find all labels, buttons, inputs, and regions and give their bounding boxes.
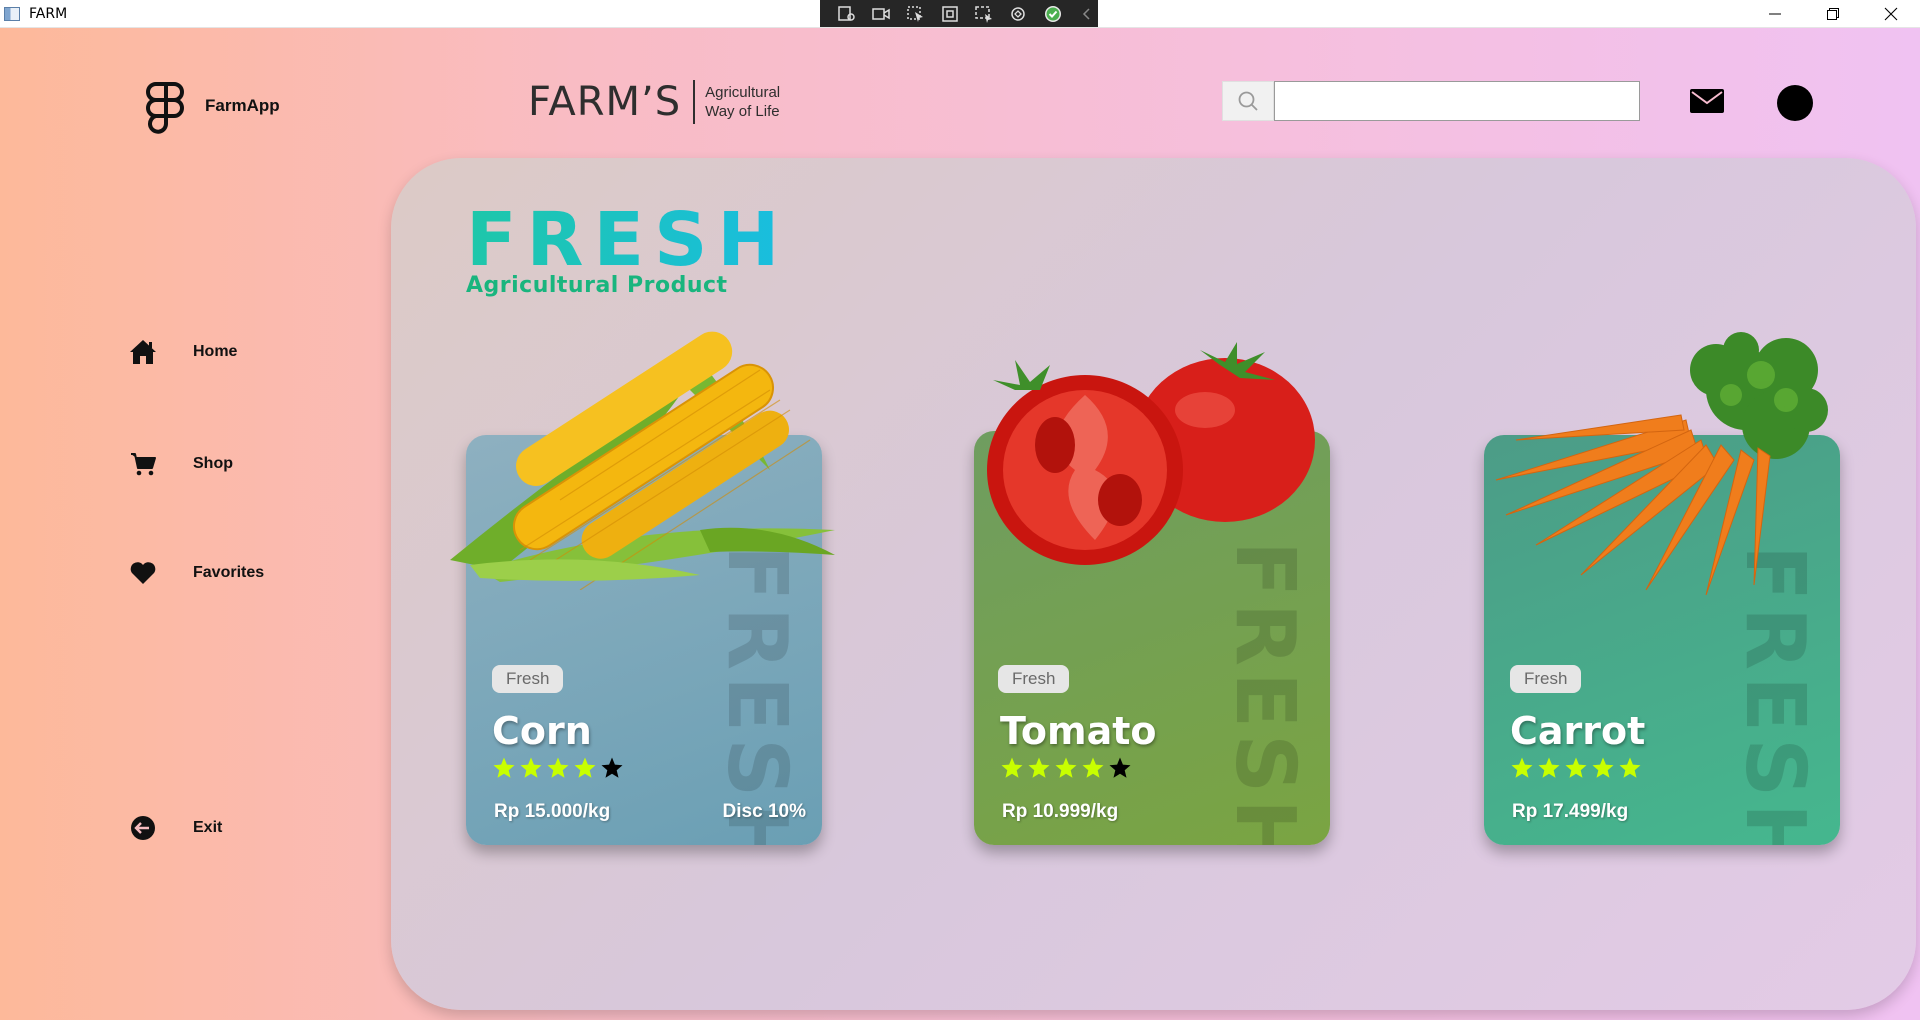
track-focus-icon[interactable] bbox=[973, 4, 995, 24]
search-input[interactable] bbox=[1274, 81, 1640, 121]
star-filled-icon bbox=[1082, 757, 1104, 778]
exit-label: Exit bbox=[193, 819, 223, 836]
tomato-image bbox=[987, 342, 1315, 565]
rating-stars bbox=[1510, 756, 1642, 780]
star-filled-icon bbox=[1619, 757, 1641, 778]
window-controls bbox=[1746, 0, 1920, 28]
corn-image bbox=[450, 331, 835, 590]
star-filled-icon bbox=[1028, 757, 1050, 778]
binding-failures-check-icon[interactable] bbox=[1042, 4, 1064, 24]
search-bar bbox=[1222, 81, 1640, 121]
fresh-badge: Fresh bbox=[1510, 665, 1582, 693]
brand-name: FARM’S bbox=[528, 79, 682, 125]
window-titlebar: FARM bbox=[0, 0, 1920, 28]
exit-arrow-icon bbox=[131, 816, 155, 840]
mail-icon[interactable] bbox=[1690, 89, 1724, 113]
brand-block: FARM’S Agricultural Way of Life bbox=[528, 78, 780, 126]
star-filled-icon bbox=[1538, 757, 1560, 778]
star-filled-icon bbox=[493, 757, 515, 778]
star-filled-icon bbox=[574, 757, 596, 778]
cart-icon bbox=[131, 453, 156, 476]
restore-button[interactable] bbox=[1804, 0, 1862, 28]
rating-stars bbox=[1000, 756, 1132, 780]
app-window-icon bbox=[4, 6, 20, 21]
fresh-badge: Fresh bbox=[492, 665, 564, 693]
exit-button[interactable]: Exit bbox=[128, 813, 222, 843]
star-filled-icon bbox=[547, 757, 569, 778]
star-filled-icon bbox=[1055, 757, 1077, 778]
farmapp-logo-icon bbox=[146, 82, 184, 134]
card-watermark: FRESH bbox=[709, 545, 804, 845]
sidebar-label-home: Home bbox=[193, 343, 238, 360]
heart-icon bbox=[130, 562, 156, 584]
product-name: Tomato bbox=[1000, 709, 1157, 753]
star-filled-icon bbox=[520, 757, 542, 778]
product-price: Rp 10.999/kg bbox=[1002, 801, 1119, 822]
sidebar-item-shop[interactable]: Shop bbox=[128, 449, 233, 479]
sidebar-label-shop: Shop bbox=[193, 455, 233, 472]
debug-toolbar bbox=[820, 0, 1098, 27]
brand-tagline: Agricultural Way of Life bbox=[705, 83, 780, 121]
sidebar-label-favorites: Favorites bbox=[193, 564, 265, 581]
card-watermark: FRESH bbox=[1217, 541, 1312, 845]
star-filled-icon bbox=[1565, 757, 1587, 778]
user-avatar[interactable] bbox=[1777, 85, 1813, 121]
product-price: Rp 17.499/kg bbox=[1512, 801, 1629, 822]
search-button[interactable] bbox=[1222, 81, 1274, 121]
layout-adorners-icon[interactable] bbox=[939, 4, 961, 24]
product-name: Carrot bbox=[1510, 709, 1646, 753]
sidebar-item-favorites[interactable]: Favorites bbox=[128, 558, 264, 588]
star-filled-icon bbox=[1511, 757, 1533, 778]
fresh-badge: Fresh bbox=[998, 665, 1070, 693]
hero-title: FRESH bbox=[466, 197, 790, 283]
minimize-button[interactable] bbox=[1746, 0, 1804, 28]
hot-reload-icon[interactable] bbox=[1007, 4, 1029, 24]
brand-tagline-line-2: Way of Life bbox=[705, 103, 780, 120]
hero-subtitle: Agricultural Product bbox=[466, 273, 728, 298]
search-icon bbox=[1238, 91, 1258, 111]
collapse-toolbar-icon[interactable] bbox=[1076, 4, 1098, 24]
star-filled-icon bbox=[1592, 757, 1614, 778]
star-filled-icon bbox=[1001, 757, 1023, 778]
home-icon bbox=[130, 340, 156, 364]
select-element-icon[interactable] bbox=[905, 4, 927, 24]
record-video-icon[interactable] bbox=[870, 4, 892, 24]
sidebar-item-home[interactable]: Home bbox=[128, 337, 237, 367]
brand-tagline-line-1: Agricultural bbox=[705, 84, 781, 101]
product-discount: Disc 10% bbox=[722, 801, 806, 822]
logo-text: FarmApp bbox=[205, 96, 280, 115]
product-price: Rp 15.000/kg bbox=[494, 801, 611, 822]
star-empty-icon bbox=[601, 757, 623, 778]
carrot-image bbox=[1495, 332, 1828, 596]
star-empty-icon bbox=[1109, 757, 1131, 778]
close-window-button[interactable] bbox=[1862, 0, 1920, 28]
live-visual-tree-icon[interactable] bbox=[836, 4, 858, 24]
window-title: FARM bbox=[29, 5, 68, 22]
product-name: Corn bbox=[492, 709, 592, 753]
rating-stars bbox=[492, 756, 624, 780]
brand-divider bbox=[693, 80, 696, 124]
